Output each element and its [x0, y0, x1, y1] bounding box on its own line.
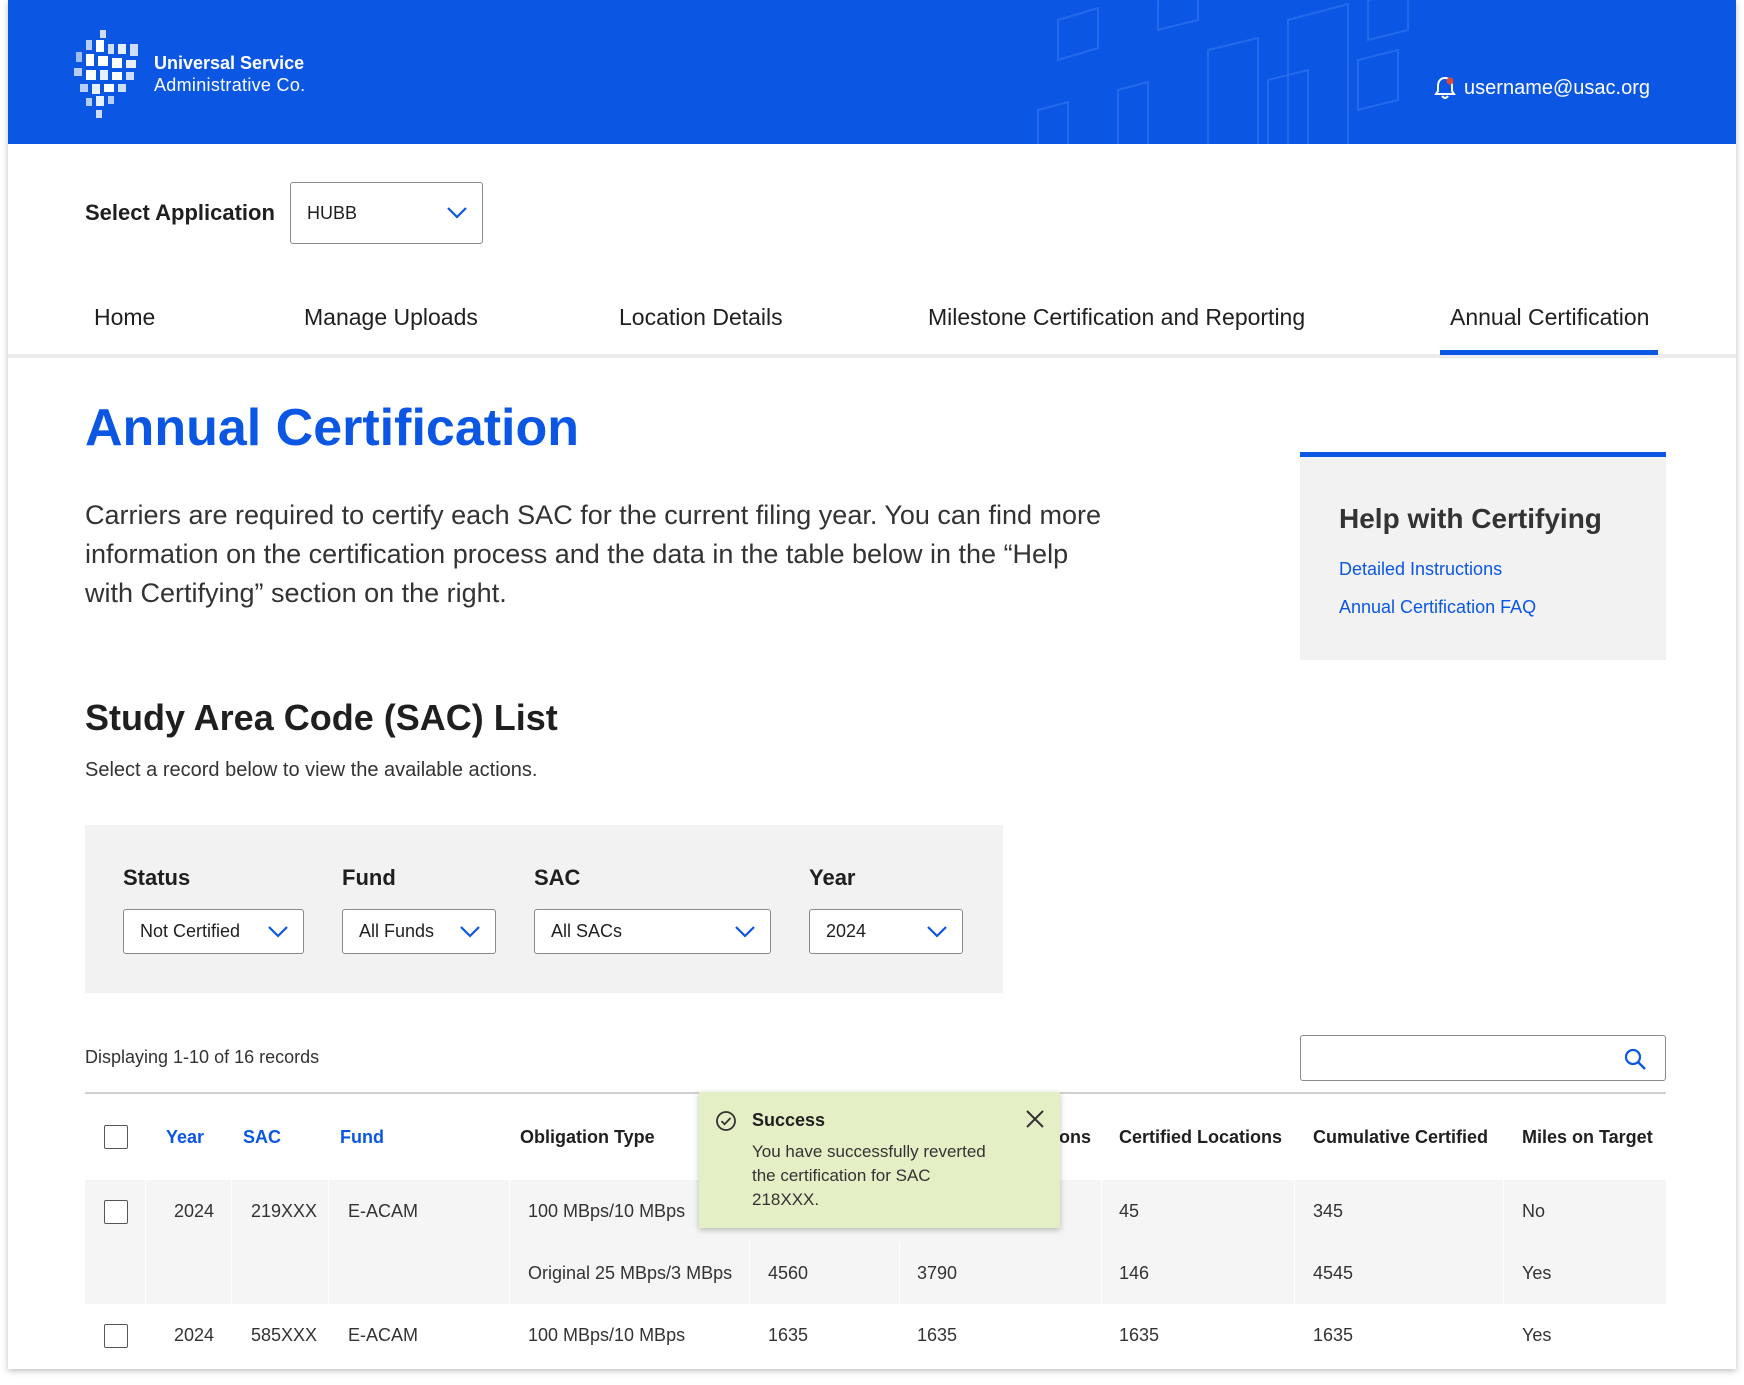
cell-miles-on-target: No — [1522, 1201, 1546, 1221]
sac-filter-label: SAC — [534, 865, 581, 890]
cell-sac: 219XXX — [251, 1201, 318, 1221]
check-circle-icon — [716, 1111, 736, 1131]
cell-fund: E-ACAM — [348, 1325, 419, 1345]
column-header-miles-on-target: Miles on Target — [1522, 1127, 1653, 1147]
page-intro: Carriers are required to certify each SA… — [85, 500, 1101, 608]
cell-sac: 585XXX — [251, 1325, 318, 1345]
user-menu[interactable]: username@usac.org — [1434, 76, 1650, 100]
cell-certified-locations: 146 — [1119, 1263, 1150, 1283]
year-filter-label: Year — [809, 865, 856, 890]
bell-icon[interactable] — [1434, 76, 1456, 100]
search-icon[interactable] — [1623, 1047, 1647, 1071]
table-row[interactable]: 2024 585XXX E-ACAM 100 MBps/10 MBps 1635… — [85, 1304, 1666, 1366]
toast-title: Success — [752, 1110, 826, 1130]
cell-locations: 3790 — [917, 1263, 958, 1283]
filters-panel: Status Not Certified Fund All Funds SAC … — [85, 825, 1003, 993]
cell-miles-on-target: Yes — [1522, 1325, 1552, 1345]
year-filter-dropdown[interactable]: 2024 — [809, 909, 963, 954]
close-icon[interactable] — [1024, 1108, 1046, 1130]
chevron-down-icon — [268, 925, 288, 938]
application-dropdown[interactable]: HUBB — [290, 182, 483, 244]
sac-filter-value: All SACs — [551, 921, 623, 941]
help-panel: Help with Certifying Detailed Instructio… — [1300, 452, 1666, 660]
chevron-down-icon — [735, 925, 755, 938]
cell-locations: 1635 — [917, 1325, 958, 1345]
cell-cumulative-certified: 345 — [1313, 1201, 1344, 1221]
select-application-label: Select Application — [85, 200, 275, 225]
toast-message: You have successfully reverted the certi… — [752, 1142, 986, 1209]
cell-year: 2024 — [174, 1201, 215, 1221]
sac-filter-dropdown[interactable]: All SACs — [534, 909, 771, 954]
fund-filter-label: Fund — [342, 865, 396, 890]
brand-subtitle: Administrative Co. — [154, 75, 306, 95]
column-header-obligation-type: Obligation Type — [520, 1127, 655, 1147]
detailed-instructions-link[interactable]: Detailed Instructions — [1339, 559, 1502, 580]
cell-obligation-type: 100 MBps/10 MBps — [528, 1325, 686, 1345]
cell-required-locations: 1635 — [768, 1325, 809, 1345]
column-header-certified-locations: Certified Locations — [1119, 1127, 1283, 1147]
application-dropdown-value: HUBB — [307, 202, 358, 223]
page-title: Annual Certification — [85, 399, 580, 457]
help-title: Help with Certifying — [1339, 503, 1602, 534]
cell-obligation-type: 100 MBps/10 MBps — [528, 1201, 686, 1221]
brand-name: Universal Service — [154, 53, 305, 73]
status-filter-value: Not Certified — [140, 921, 241, 941]
cell-certified-locations: 45 — [1119, 1201, 1140, 1221]
row-checkbox[interactable] — [104, 1324, 128, 1348]
header-bar: Universal Service Administrative Co. use… — [8, 0, 1736, 144]
select-all-checkbox[interactable] — [104, 1125, 128, 1149]
chevron-down-icon — [927, 925, 947, 938]
usac-logo[interactable]: Universal Service Administrative Co. — [72, 30, 305, 118]
tab-location-details[interactable]: Location Details — [619, 304, 783, 331]
tab-annual-certification[interactable]: Annual Certification — [1450, 304, 1649, 331]
cell-cumulative-certified: 1635 — [1313, 1325, 1354, 1345]
main-nav: Home Manage Uploads Location Details Mil… — [8, 296, 1736, 358]
user-email[interactable]: username@usac.org — [1464, 77, 1650, 100]
tab-home[interactable]: Home — [94, 304, 155, 331]
active-tab-indicator — [1440, 350, 1658, 355]
chevron-down-icon — [447, 207, 467, 219]
fund-filter-value: All Funds — [359, 921, 435, 941]
cell-obligation-type: Original 25 MBps/3 MBps — [528, 1263, 733, 1283]
cell-cumulative-certified: 4545 — [1313, 1263, 1354, 1283]
column-header-sac[interactable]: SAC — [243, 1127, 281, 1148]
tab-milestone-certification[interactable]: Milestone Certification and Reporting — [928, 304, 1305, 331]
cell-required-locations: 4560 — [768, 1263, 809, 1283]
cell-year: 2024 — [174, 1325, 215, 1345]
status-filter-dropdown[interactable]: Not Certified — [123, 909, 304, 954]
cell-certified-locations: 1635 — [1119, 1325, 1160, 1345]
sac-list-subtitle: Select a record below to view the availa… — [85, 759, 538, 781]
page: Universal Service Administrative Co. use… — [8, 0, 1736, 1369]
annual-certification-faq-link[interactable]: Annual Certification FAQ — [1339, 597, 1536, 618]
status-filter-label: Status — [123, 865, 191, 890]
sac-list-title: Study Area Code (SAC) List — [85, 697, 558, 738]
usac-logo-icon — [74, 30, 138, 118]
cell-miles-on-target: Yes — [1522, 1263, 1552, 1283]
success-toast: Success You have successfully reverted t… — [699, 1092, 1060, 1228]
year-filter-value: 2024 — [826, 921, 867, 941]
column-header-locations: ons — [1059, 1127, 1092, 1147]
chevron-down-icon — [460, 925, 480, 938]
column-header-year[interactable]: Year — [166, 1127, 204, 1148]
table-search-input[interactable] — [1300, 1035, 1666, 1081]
fund-filter-dropdown[interactable]: All Funds — [342, 909, 496, 954]
cell-fund: E-ACAM — [348, 1201, 419, 1221]
row-checkbox[interactable] — [104, 1200, 128, 1224]
tab-manage-uploads[interactable]: Manage Uploads — [304, 304, 478, 331]
records-count: Displaying 1-10 of 16 records — [85, 1047, 320, 1067]
column-header-cumulative-certified: Cumulative Certified — [1313, 1127, 1489, 1147]
column-header-fund[interactable]: Fund — [340, 1127, 384, 1148]
